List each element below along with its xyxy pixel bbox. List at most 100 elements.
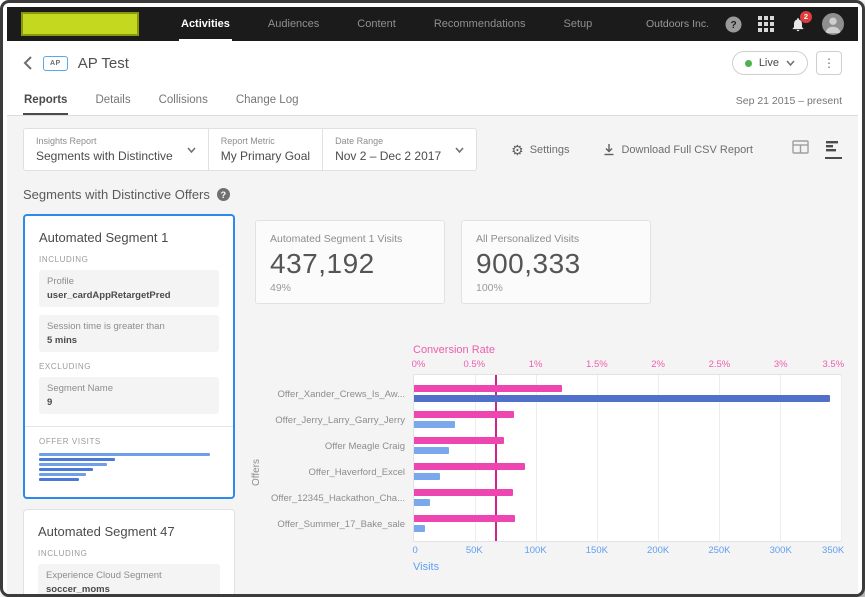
offer-label: Offer Meagle Craig bbox=[324, 440, 405, 452]
nav-item-recommendations[interactable]: Recommendations bbox=[432, 7, 528, 41]
back-button[interactable] bbox=[23, 56, 33, 70]
section-help-icon[interactable]: ? bbox=[216, 188, 230, 201]
tab-reports[interactable]: Reports bbox=[23, 85, 69, 115]
stat-label: Automated Segment 1 Visits bbox=[270, 233, 403, 245]
conversion-rate-bar bbox=[414, 436, 505, 444]
segment-title: Automated Segment 1 bbox=[39, 230, 169, 245]
stat-value: 900,333 bbox=[476, 248, 581, 279]
conversion-tick: 1.5% bbox=[586, 359, 608, 370]
chevron-down-icon bbox=[187, 147, 196, 153]
settings-button[interactable]: ⚙ Settings bbox=[511, 143, 569, 157]
status-label: Live bbox=[758, 57, 779, 69]
tab-change-log[interactable]: Change Log bbox=[235, 85, 300, 115]
bottom-axis-title: Visits bbox=[413, 561, 440, 573]
more-menu-button[interactable]: ⋮ bbox=[816, 51, 842, 75]
primary-nav: Activities Audiences Content Recommendation… bbox=[179, 7, 594, 41]
conversion-rate-bar bbox=[414, 462, 526, 470]
visits-tick: 250K bbox=[708, 545, 731, 556]
offer-label: Offer_Haverford_Excel bbox=[308, 466, 405, 478]
visits-tick: 150K bbox=[585, 545, 608, 556]
notifications-bell-icon[interactable]: 2 bbox=[790, 10, 812, 33]
condition-group-label: INCLUDING bbox=[39, 255, 89, 264]
section-title: Segments with Distinctive Offers ? bbox=[23, 187, 842, 202]
conversion-axis-ticks: 0% 0.5% 1% 1.5% 2% 2.5% 3% 3.5% bbox=[411, 359, 845, 374]
chart-plot-area bbox=[413, 374, 842, 542]
stat-card-automated-segment-1-visits: Automated Segment 1 Visits 437,192 49% bbox=[255, 220, 445, 304]
visits-bar bbox=[414, 524, 425, 532]
condition-label: Session time is greater than bbox=[47, 321, 165, 332]
offer-label: Offer_Summer_17_Bake_sale bbox=[277, 518, 405, 530]
download-csv-button[interactable]: Download Full CSV Report bbox=[603, 143, 753, 156]
status-dropdown[interactable]: Live bbox=[731, 51, 808, 75]
condition-label: Profile bbox=[47, 276, 74, 287]
top-axis-title: Conversion Rate bbox=[413, 344, 495, 356]
condition-value: 5 mins bbox=[47, 335, 78, 346]
segment-card-automated-segment-1[interactable]: Automated Segment 1 INCLUDING Profile user_… bbox=[23, 214, 235, 499]
stat-label: All Personalized Visits bbox=[476, 233, 580, 245]
conversion-tick: 0% bbox=[411, 359, 426, 370]
report-metric-select[interactable]: Report Metric My Primary Goal bbox=[209, 129, 324, 170]
nav-item-activities[interactable]: Activities bbox=[179, 7, 232, 41]
visits-bar bbox=[414, 472, 440, 480]
chart-row-offer-summer-17-bake-sale[interactable] bbox=[414, 510, 841, 536]
conversion-tick: 1% bbox=[528, 359, 543, 370]
activity-type-badge: AP bbox=[43, 55, 68, 71]
condition-value: 9 bbox=[47, 397, 53, 408]
mini-bar bbox=[39, 478, 79, 481]
offer-label: Offer_Xander_Crews_Is_Aw... bbox=[277, 388, 405, 400]
condition-group-label: EXCLUDING bbox=[39, 362, 92, 371]
date-range-select[interactable]: Date Range Nov 2 – Dec 2 2017 bbox=[323, 129, 476, 170]
card-divider bbox=[25, 426, 233, 427]
nav-item-setup[interactable]: Setup bbox=[562, 7, 595, 41]
gridline bbox=[841, 375, 842, 541]
segment-card-automated-segment-47[interactable]: Automated Segment 47 INCLUDING Experience … bbox=[23, 509, 235, 595]
stat-percent: 100% bbox=[476, 281, 503, 294]
user-avatar[interactable] bbox=[822, 13, 844, 35]
brand-logo[interactable] bbox=[21, 12, 139, 36]
condition-value: user_cardAppRetargetPred bbox=[47, 290, 171, 301]
segment-list: Automated Segment 1 INCLUDING Profile user_… bbox=[23, 214, 235, 595]
live-status-dot bbox=[744, 59, 752, 67]
mini-bar bbox=[39, 453, 210, 456]
visits-tick: 300K bbox=[769, 545, 792, 556]
condition-box: Session time is greater than 5 mins bbox=[39, 315, 219, 352]
condition-value: soccer_moms bbox=[46, 584, 110, 595]
visits-bar bbox=[414, 420, 456, 428]
tab-details[interactable]: Details bbox=[94, 85, 131, 115]
chart-row-offer-meagle-craig[interactable] bbox=[414, 432, 841, 458]
report-filters: Insights Report Segments with Distinctiv… bbox=[23, 128, 478, 171]
help-icon[interactable]: ? bbox=[725, 16, 742, 33]
insights-report-select[interactable]: Insights Report Segments with Distinctiv… bbox=[24, 129, 209, 170]
visits-tick: 350K bbox=[822, 545, 845, 556]
notification-badge: 2 bbox=[800, 10, 812, 23]
conversion-rate-bar bbox=[414, 410, 515, 418]
visits-bar bbox=[414, 498, 430, 506]
conversion-tick: 2% bbox=[651, 359, 666, 370]
app-switcher-grid-icon[interactable] bbox=[758, 16, 774, 32]
conversion-rate-bar bbox=[414, 488, 513, 496]
activity-date-range: Sep 21 2015 – present bbox=[735, 95, 842, 107]
report-tabs: Reports Details Collisions Change Log bbox=[23, 85, 300, 115]
table-view-icon[interactable] bbox=[792, 140, 809, 159]
report-body: Insights Report Segments with Distinctiv… bbox=[7, 116, 858, 595]
condition-group-label: INCLUDING bbox=[38, 549, 88, 558]
top-nav: Activities Audiences Content Recommendation… bbox=[7, 7, 858, 41]
visits-bar bbox=[414, 394, 831, 402]
stats-row: Automated Segment 1 Visits 437,192 49% All … bbox=[255, 220, 842, 304]
conversion-rate-bar bbox=[414, 514, 516, 522]
offer-label: Offer_Jerry_Larry_Garry_Jerry bbox=[275, 414, 405, 426]
visits-axis-ticks: 0 50K 100K 150K 200K 250K 300K 350K bbox=[412, 542, 845, 557]
condition-box: Segment Name 9 bbox=[39, 377, 219, 414]
nav-item-content[interactable]: Content bbox=[355, 7, 398, 41]
tab-collisions[interactable]: Collisions bbox=[158, 85, 209, 115]
chart-row-offer-haverford-excel[interactable] bbox=[414, 458, 841, 484]
nav-item-audiences[interactable]: Audiences bbox=[266, 7, 321, 41]
chart-row-offer-jerry-larry-garry-jerry[interactable] bbox=[414, 406, 841, 432]
offer-label: Offer_12345_Hackathon_Cha... bbox=[271, 492, 405, 504]
mini-bar bbox=[39, 458, 115, 461]
chart-view-icon[interactable] bbox=[825, 140, 842, 159]
nav-utilities: Outdoors Inc. ? 2 bbox=[646, 10, 844, 35]
chart-row-offer-12345-hackathon-cha[interactable] bbox=[414, 484, 841, 510]
svg-text:?: ? bbox=[730, 20, 736, 31]
chart-row-offer-xander-crews-is-aw[interactable] bbox=[414, 380, 841, 406]
